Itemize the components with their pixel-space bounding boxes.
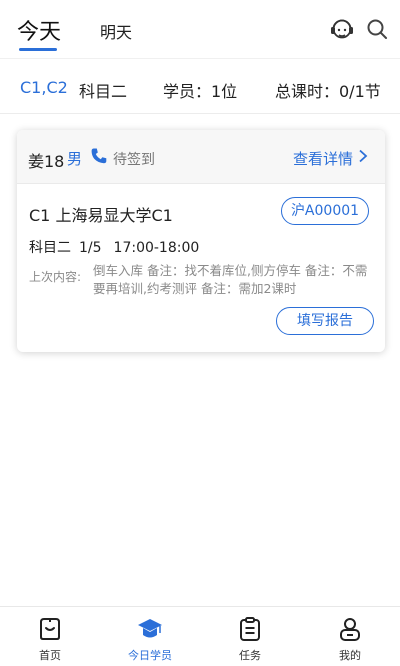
lesson-progress: 1/5 (79, 240, 102, 256)
total-hours: 总课时：0/1节 (275, 82, 381, 101)
lesson-time: 17:00-18:00 (113, 240, 200, 256)
previous-content-text: 倒车入库 备注：找不着库位,侧方停车 备注：不需要再培训,约考测评 备注：需加2… (93, 263, 368, 296)
tab-today-students-label: 今日学员 (128, 649, 172, 662)
student-card[interactable]: 姜18 男 待签到 查看详情 C1 上海易显大学C1 沪A00001 科目二 1/… (17, 130, 385, 352)
search-icon[interactable] (365, 17, 389, 41)
tab-tasks-label: 任务 (239, 649, 261, 662)
active-tab-indicator (19, 48, 57, 51)
tab-today[interactable]: 今天 (17, 14, 61, 46)
phone-icon[interactable] (90, 147, 108, 165)
tab-tomorrow[interactable]: 明天 (100, 19, 132, 43)
fill-report-button[interactable]: 填写报告 (276, 307, 374, 335)
student-name: 姜18 (28, 152, 65, 171)
tab-home[interactable]: 首页 (0, 607, 100, 666)
top-header: 今天 明天 (0, 0, 400, 58)
tab-home-label: 首页 (39, 649, 61, 662)
lesson-subject: 科目二 (29, 240, 71, 256)
tab-today-students[interactable]: 今日学员 (100, 607, 200, 666)
student-gender: 男 (67, 150, 83, 168)
lesson-summary-bar: C1,C2 科目二 学员：1位 总课时：0/1节 (0, 58, 400, 114)
subject-label: 科目二 (79, 82, 128, 101)
clipboard-icon (240, 617, 260, 641)
tab-mine[interactable]: 我的 (300, 607, 400, 666)
lesson-info: 科目二 1/5 17:00-18:00 (29, 237, 199, 257)
view-details-link[interactable]: 查看详情 (293, 148, 353, 169)
chevron-right-icon[interactable] (358, 149, 368, 163)
user-icon (340, 618, 360, 641)
bottom-tab-bar: 首页 今日学员 任务 我的 (0, 606, 400, 666)
graduation-cap-icon (138, 619, 162, 638)
student-card-header: 姜18 男 待签到 查看详情 (17, 130, 385, 184)
plate-badge: 沪A00001 (281, 197, 369, 225)
headset-icon[interactable] (329, 16, 355, 42)
home-icon (40, 618, 60, 640)
previous-content-label: 上次内容: (29, 270, 82, 284)
tab-mine-label: 我的 (339, 649, 361, 662)
license-type[interactable]: C1,C2 (20, 78, 68, 97)
checkin-status: 待签到 (113, 152, 155, 168)
tab-tasks[interactable]: 任务 (200, 607, 300, 666)
student-count: 学员：1位 (163, 82, 238, 101)
driving-school: C1 上海易显大学C1 (29, 206, 173, 225)
